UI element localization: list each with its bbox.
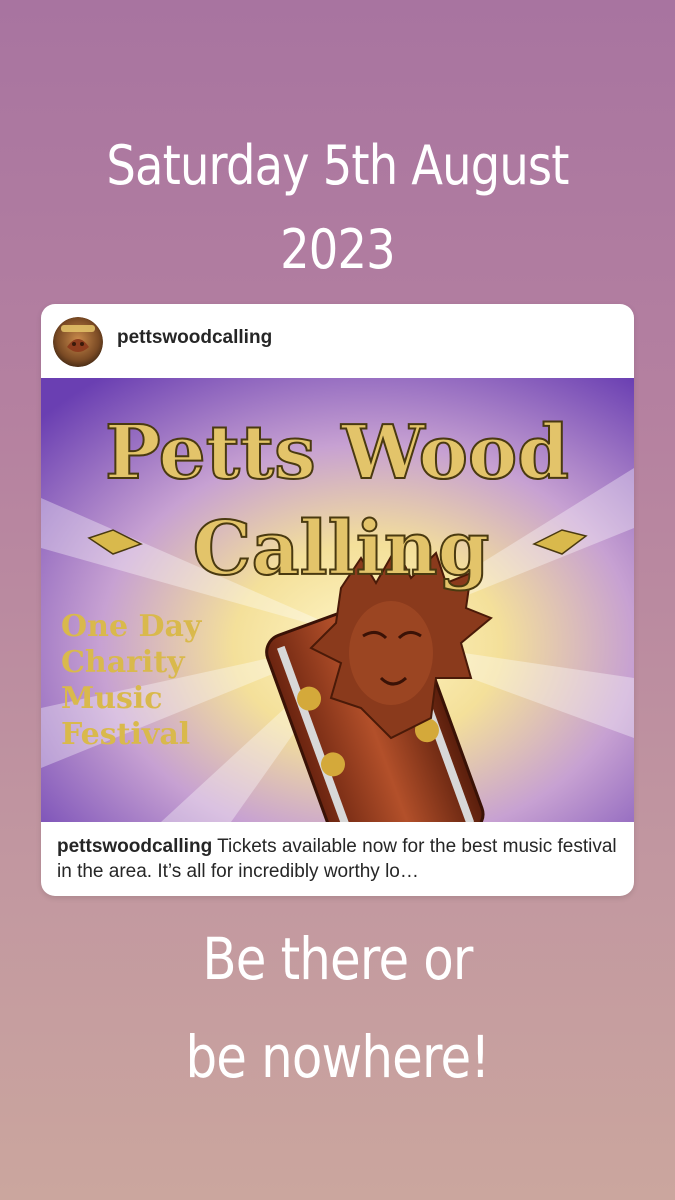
festival-poster-image: Petts Wood Calling One Day Charity Music… [41,378,634,822]
post-caption: pettswoodcalling Tickets available now f… [57,834,622,884]
story-tagline-line2: be nowhere! [185,1023,490,1091]
poster-sub-line2: Charity [61,645,186,680]
avatar[interactable] [53,317,103,367]
post-header: pettswoodcalling [41,304,634,378]
avatar-image [53,317,103,367]
story-tagline-line1: Be there or [202,925,473,993]
poster-title-line2: Calling [193,506,490,592]
story-tagline-text: Be there or be nowhere! [47,910,628,1106]
poster-sub-line4: Festival [61,717,190,752]
caption-username[interactable]: pettswoodcalling [57,836,212,857]
story-date-text: Saturday 5th August 2023 [47,124,628,292]
story-date-line2: 2023 [280,218,396,281]
poster-sub-line3: Music [61,681,163,716]
story-date-line1: Saturday 5th August [106,134,569,197]
post-image[interactable]: Petts Wood Calling One Day Charity Music… [41,378,634,822]
poster-sub-line1: One Day [61,609,203,644]
poster-title-line1: Petts Wood [105,410,569,496]
shared-post-card[interactable]: pettswoodcalling Petts Wood Calling One … [41,304,634,896]
post-username[interactable]: pettswoodcalling [117,327,272,349]
